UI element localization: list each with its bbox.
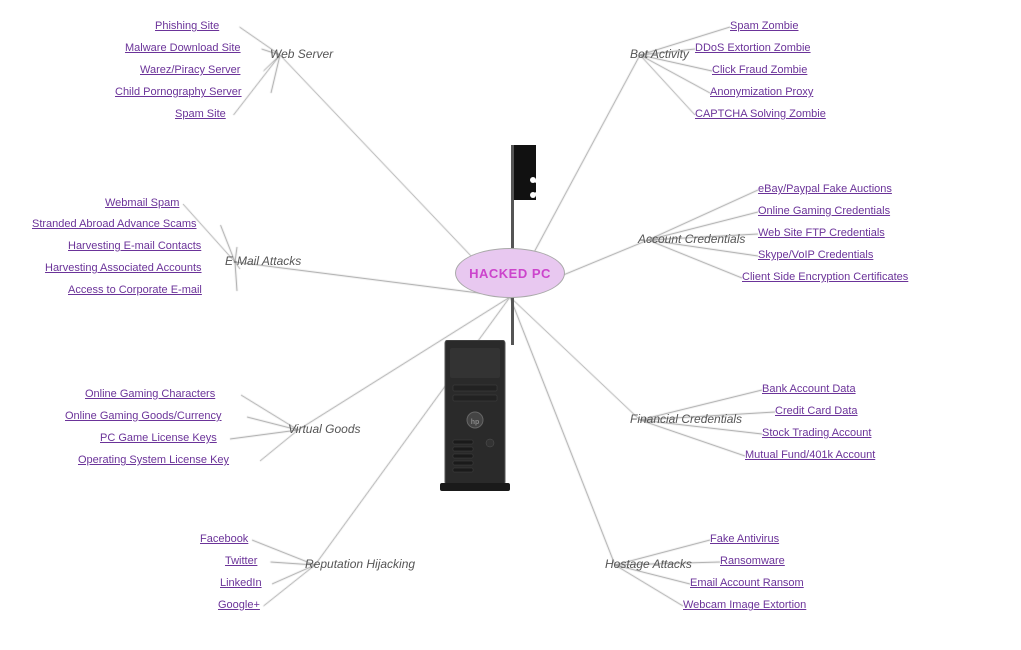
label-web-site-ftp-credent: Web Site FTP Credentials xyxy=(758,227,885,239)
label-online-gaming-creden: Online Gaming Credentials xyxy=(758,205,890,217)
label-anonymization-proxy: Anonymization Proxy xyxy=(710,86,813,98)
label-child-pornography-se: Child Pornography Server xyxy=(115,86,242,98)
label-warez/piracy-server: Warez/Piracy Server xyxy=(140,64,240,76)
label-e-mail-attacks: E-Mail Attacks xyxy=(225,254,301,268)
label-email-account-ransom: Email Account Ransom xyxy=(690,577,804,589)
label-webmail-spam: Webmail Spam xyxy=(105,197,179,209)
label-webcam-image-extorti: Webcam Image Extortion xyxy=(683,599,806,611)
label-hostage-attacks: Hostage Attacks xyxy=(605,557,692,571)
label-financial-credential: Financial Credentials xyxy=(630,412,742,426)
label-client-side-encrypti: Client Side Encryption Certificates xyxy=(742,271,908,283)
label-harvesting-associate: Harvesting Associated Accounts xyxy=(45,262,202,274)
computer-tower: hp xyxy=(435,340,515,495)
label-spam-site: Spam Site xyxy=(175,108,226,120)
label-google+: Google+ xyxy=(218,599,260,611)
label-twitter: Twitter xyxy=(225,555,257,567)
label-stranded-abroad-adva: Stranded Abroad Advance Scams xyxy=(32,218,197,230)
label-online-gaming-goods/: Online Gaming Goods/Currency xyxy=(65,410,222,422)
label-bank-account-data: Bank Account Data xyxy=(762,383,856,395)
label-web-server: Web Server xyxy=(270,47,333,61)
label-online-gaming-charac: Online Gaming Characters xyxy=(85,388,215,400)
label-virtual-goods: Virtual Goods xyxy=(288,422,361,436)
label-reputation-hijacking: Reputation Hijacking xyxy=(305,557,415,571)
label-ebay/paypal-fake-auc: eBay/Paypal Fake Auctions xyxy=(758,183,892,195)
label-pc-game-license-keys: PC Game License Keys xyxy=(100,432,217,444)
center-node: HACKED PC xyxy=(455,248,565,298)
label-account-credentials: Account Credentials xyxy=(638,232,745,246)
label-click-fraud-zombie: Click Fraud Zombie xyxy=(712,64,807,76)
svg-text:hp: hp xyxy=(471,419,480,426)
label-captcha-solving-zomb: CAPTCHA Solving Zombie xyxy=(695,108,826,120)
label-operating-system-lic: Operating System License Key xyxy=(78,454,229,466)
label-bot-activity: Bot Activity xyxy=(630,47,689,61)
pirate-flag xyxy=(491,145,536,348)
label-facebook: Facebook xyxy=(200,533,248,545)
label-linkedin: LinkedIn xyxy=(220,577,262,589)
label-ransomware: Ransomware xyxy=(720,555,785,567)
label-fake-antivirus: Fake Antivirus xyxy=(710,533,779,545)
label-mutual-fund/401k-acc: Mutual Fund/401k Account xyxy=(745,449,875,461)
label-malware-download-sit: Malware Download Site xyxy=(125,42,241,54)
label-harvesting-e-mail-co: Harvesting E-mail Contacts xyxy=(68,240,201,252)
label-ddos-extortion-zombi: DDoS Extortion Zombie xyxy=(695,42,811,54)
label-credit-card-data: Credit Card Data xyxy=(775,405,858,417)
label-skype/voip-credentia: Skype/VoIP Credentials xyxy=(758,249,873,261)
label-phishing-site: Phishing Site xyxy=(155,20,219,32)
label-stock-trading-accoun: Stock Trading Account xyxy=(762,427,871,439)
label-spam-zombie: Spam Zombie xyxy=(730,20,798,32)
label-access-to-corporate-: Access to Corporate E-mail xyxy=(68,284,202,296)
